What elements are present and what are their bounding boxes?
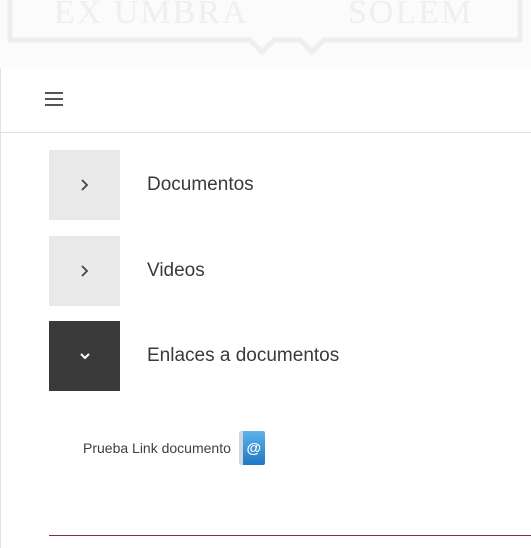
chevron-down-icon (79, 353, 90, 360)
hamburger-line (45, 92, 63, 94)
hamburger-line (45, 104, 63, 106)
menu-topbar (1, 68, 531, 133)
seal-text-right: SOLEM (348, 0, 474, 31)
seal-text-left: EX UMBRA (54, 0, 249, 31)
collapse-toggle[interactable] (49, 321, 120, 391)
menu-item-label: Documentos (147, 174, 254, 195)
expand-toggle[interactable] (49, 150, 120, 220)
chevron-right-icon (80, 265, 88, 277)
menu-item-label: Videos (147, 260, 205, 281)
seal-banner: EX UMBRA SOLEM (0, 0, 531, 58)
chevron-right-icon (80, 179, 88, 191)
divider (49, 535, 531, 536)
menu-item-enlaces-a-documentos[interactable]: Enlaces a documentos (49, 321, 509, 391)
hamburger-icon[interactable] (45, 92, 63, 106)
menu-panel: Documentos Videos Enlaces a documentos P… (0, 68, 531, 548)
sublink-prueba-link-documento[interactable]: Prueba Link documento @ (83, 430, 265, 466)
hamburger-line (45, 98, 63, 100)
expand-toggle[interactable] (49, 236, 120, 306)
sublink-label[interactable]: Prueba Link documento (83, 440, 231, 456)
email-at-icon[interactable]: @ (238, 431, 265, 465)
page: EX UMBRA SOLEM Documentos Videos Enlaces… (0, 0, 531, 548)
menu-item-videos[interactable]: Videos (49, 236, 509, 306)
menu-item-documentos[interactable]: Documentos (49, 150, 509, 220)
menu-item-label: Enlaces a documentos (147, 345, 340, 366)
